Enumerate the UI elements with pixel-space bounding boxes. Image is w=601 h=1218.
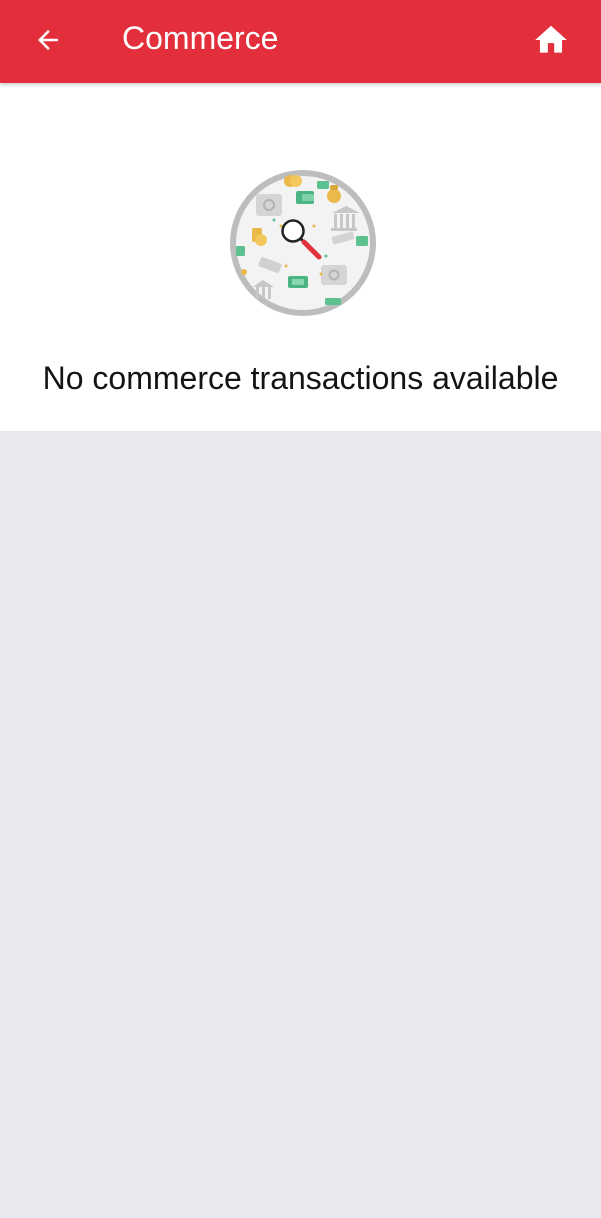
back-button[interactable] <box>22 14 74 66</box>
home-icon <box>535 25 567 53</box>
magnifier-money-illustration <box>230 170 376 316</box>
app-bar: Commerce <box>0 0 601 83</box>
empty-state-message: No commerce transactions available <box>42 360 559 396</box>
empty-state-panel: No commerce transactions available <box>0 83 601 431</box>
home-button[interactable] <box>521 14 581 66</box>
page-title: Commerce <box>122 20 279 56</box>
arrow-left-icon <box>38 30 58 50</box>
